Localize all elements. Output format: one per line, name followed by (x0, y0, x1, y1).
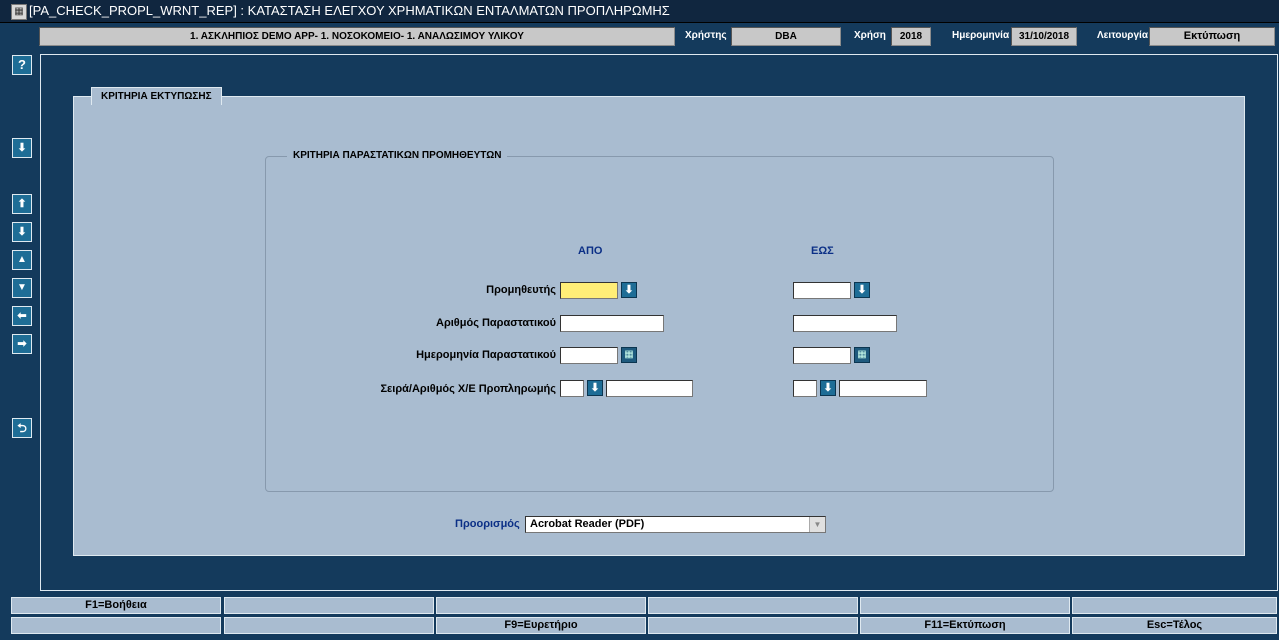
doc-date-label: Ημερομηνία Παραστατικού (416, 349, 556, 361)
tab-print-criteria[interactable]: ΚΡΙΤΗΡΙΑ ΕΚΤΥΠΩΣΗΣ (91, 87, 222, 105)
series-label: Σειρά/Αριθμός Χ/Ε Προπληρωμής (380, 383, 556, 395)
first-record-icon[interactable]: ⬆ (12, 194, 32, 214)
help-icon[interactable]: ? (12, 55, 32, 75)
chevron-down-icon[interactable]: ▼ (809, 517, 825, 532)
fkey-slot (648, 617, 858, 634)
year-label: Χρήση (854, 30, 886, 41)
group-caption: ΚΡΙΤΗΡΙΑ ΠΑΡΑΣΤΑΤΙΚΩΝ ΠΡΟΜΗΘΕΥΤΩΝ (287, 149, 508, 163)
supplier-to-lov-icon[interactable]: ⬇ (854, 282, 870, 298)
doc-number-label: Αριθμός Παραστατικού (436, 317, 556, 329)
previous-record-icon[interactable]: ▲ (12, 250, 32, 270)
doc-number-to-input[interactable] (793, 315, 897, 332)
organization-field: 1. ΑΣΚΛΗΠΙΟΣ DEMO APP- 1. ΝΟΣΟΚΟΜΕΙΟ- 1.… (39, 27, 675, 46)
fkey-slot (860, 597, 1070, 614)
from-header: ΑΠΟ (578, 245, 603, 257)
fkey-f11-print[interactable]: F11=Εκτύπωση (860, 617, 1070, 634)
supplier-to-input[interactable] (793, 282, 851, 299)
save-icon[interactable]: ⬇ (12, 138, 32, 158)
window-title-bar: ▦ [PA_CHECK_PROPL_WRNT_REP] : ΚΑΤΑΣΤΑΣΗ … (0, 0, 1279, 23)
series-from-input[interactable] (560, 380, 584, 397)
arrow-right-icon[interactable]: ➡ (12, 334, 32, 354)
fkey-f9-index[interactable]: F9=Ευρετήριο (436, 617, 646, 634)
fkey-esc-exit[interactable]: Esc=Τέλος (1072, 617, 1277, 634)
destination-select[interactable]: Acrobat Reader (PDF) ▼ (525, 516, 826, 533)
doc-date-from-input[interactable] (560, 347, 618, 364)
function-key-bar: F1=Βοήθεια F9=Ευρετήριο F11=Εκτύπωση Esc… (11, 597, 1277, 637)
series-from-lov-icon[interactable]: ⬇ (587, 380, 603, 396)
to-header: ΕΩΣ (811, 245, 834, 257)
date-field: 31/10/2018 (1011, 27, 1077, 46)
destination-label: Προορισμός (455, 518, 520, 530)
supplier-from-lov-icon[interactable]: ⬇ (621, 282, 637, 298)
undo-icon[interactable]: ⮌ (12, 418, 32, 438)
fkey-f1-help[interactable]: F1=Βοήθεια (11, 597, 221, 614)
supplier-label: Προμηθευτής (486, 284, 556, 296)
mode-label: Λειτουργία (1097, 30, 1148, 41)
doc-date-to-calendar-icon[interactable]: ▦ (854, 347, 870, 363)
date-label: Ημερομηνία (952, 30, 1010, 41)
destination-selected-value: Acrobat Reader (PDF) (530, 518, 645, 530)
mode-field: Εκτύπωση (1149, 27, 1275, 46)
user-field: DBA (731, 27, 841, 46)
fkey-slot (1072, 597, 1277, 614)
window-title: [PA_CHECK_PROPL_WRNT_REP] : ΚΑΤΑΣΤΑΣΗ ΕΛ… (29, 3, 670, 18)
doc-date-from-calendar-icon[interactable]: ▦ (621, 347, 637, 363)
series-to-input[interactable] (793, 380, 817, 397)
supplier-from-input[interactable] (560, 282, 618, 299)
series-number-from-input[interactable] (606, 380, 693, 397)
next-record-icon[interactable]: ▼ (12, 278, 32, 298)
last-record-icon[interactable]: ⬇ (12, 222, 32, 242)
fkey-slot (224, 597, 434, 614)
left-toolbar: ? ⬇ ⬆ ⬇ ▲ ▼ ⬅ ➡ ⮌ (10, 52, 36, 592)
doc-number-from-input[interactable] (560, 315, 664, 332)
fkey-slot (11, 617, 221, 634)
series-to-lov-icon[interactable]: ⬇ (820, 380, 836, 396)
fkey-slot (224, 617, 434, 634)
doc-date-to-input[interactable] (793, 347, 851, 364)
user-label: Χρήστης (685, 30, 727, 41)
fkey-slot (648, 597, 858, 614)
fkey-slot (436, 597, 646, 614)
series-number-to-input[interactable] (839, 380, 927, 397)
app-icon: ▦ (11, 4, 27, 20)
year-field: 2018 (891, 27, 931, 46)
arrow-left-icon[interactable]: ⬅ (12, 306, 32, 326)
